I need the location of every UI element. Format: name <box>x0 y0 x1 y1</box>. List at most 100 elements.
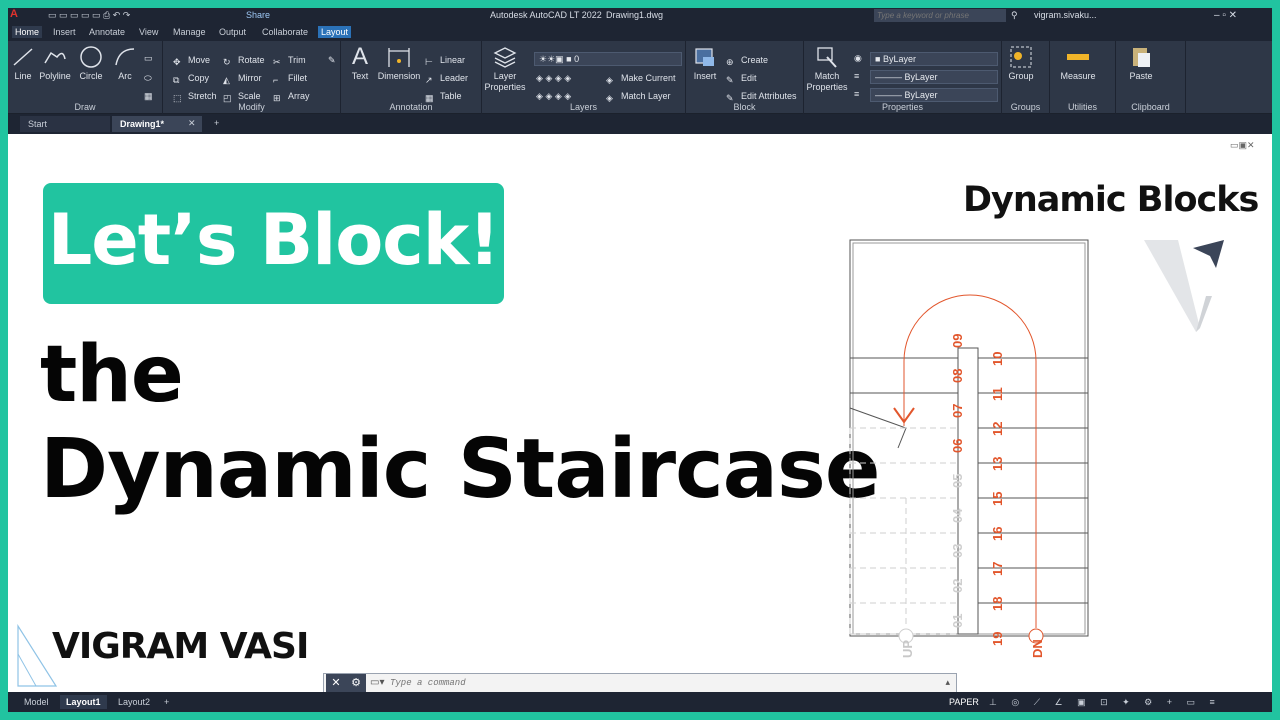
move-button[interactable]: ✥ Move <box>173 55 210 68</box>
mirror-button[interactable]: ◭ Mirror <box>223 73 262 86</box>
title-badge: Let’s Block! <box>43 183 504 304</box>
clipboard-panel-label[interactable]: Clipboard <box>1116 102 1185 112</box>
tab-home[interactable]: Home <box>12 26 43 38</box>
status-tool-icons[interactable]: ⊥ ◎ ⟋ ∠ ▣ ⊡ ✦ ⚙ + ▭ ≡ <box>983 695 1227 710</box>
modify-panel-label[interactable]: Modify <box>163 102 340 112</box>
author-name: VIGRAM VASI <box>52 626 309 667</box>
make-current-button[interactable]: ◈ Make Current <box>606 73 676 86</box>
insert-button[interactable]: Insert <box>686 45 724 81</box>
tab-insert[interactable]: Insert <box>50 26 79 38</box>
lower-flight-ghost <box>849 427 958 635</box>
tab-model[interactable]: Model <box>18 695 55 709</box>
user-icon[interactable]: ⚲ <box>1011 10 1018 21</box>
layer-dropdown[interactable]: ☀☀▣ ■ 0 <box>534 52 682 66</box>
quick-access-icons[interactable]: ▭ ▭ ▭ ▭ ▭ ⎙ ↶ ↷ <box>48 10 130 21</box>
tab-annotate[interactable]: Annotate <box>86 26 128 38</box>
layer-tools-icons[interactable]: ◈ ◈ ◈ ◈ <box>536 73 571 84</box>
command-prompt-icon[interactable]: ▭▾ <box>370 677 384 688</box>
close-command-icon[interactable]: ✕ <box>326 674 346 692</box>
text-button[interactable]: A Text <box>341 45 379 82</box>
group-icon <box>1010 46 1032 68</box>
customize-command-icon[interactable]: ⚙ <box>346 674 366 692</box>
title-bar: A ▭ ▭ ▭ ▭ ▭ ⎙ ↶ ↷ Share Autodesk AutoCAD… <box>8 8 1272 24</box>
copy-button[interactable]: ⧉ Copy <box>173 73 209 86</box>
app-title: Autodesk AutoCAD LT 2022 <box>490 10 602 20</box>
dn-label: DN <box>1030 639 1045 658</box>
viewport-controls[interactable]: ▭▣✕ <box>1230 140 1255 151</box>
edit-block-button[interactable]: ✎ Edit <box>726 73 757 86</box>
step-number: 19 <box>990 632 1005 646</box>
color-dropdown[interactable]: ■ ByLayer <box>870 52 998 66</box>
groups-panel: Group Groups <box>1002 41 1050 114</box>
linetype-icon[interactable]: ≡ <box>854 71 859 81</box>
command-history-icon[interactable]: ▴ <box>945 677 950 688</box>
draw-panel: Line Polyline Circle Arc ▭ ⬭ ▦ Draw <box>8 41 163 114</box>
tab-layout1[interactable]: Layout1 <box>60 695 107 709</box>
up-label: UP <box>900 640 915 658</box>
tab-start[interactable]: Start <box>20 116 110 132</box>
new-tab-icon[interactable]: + <box>214 118 219 128</box>
rectangle-icon[interactable]: ▭ <box>144 53 153 64</box>
create-block-button[interactable]: ⊕ Create <box>726 55 768 68</box>
close-tab-icon[interactable]: ✕ <box>188 118 196 129</box>
add-layout-icon[interactable]: + <box>158 695 175 709</box>
tab-manage[interactable]: Manage <box>170 26 209 38</box>
step-number: 06 <box>950 439 965 453</box>
linear-button[interactable]: ⊢ Linear <box>425 55 465 68</box>
hatch-icon[interactable]: ▦ <box>144 91 153 102</box>
linetype-dropdown[interactable]: ——— ByLayer <box>870 70 998 84</box>
erase-icon[interactable]: ✎ <box>328 55 336 66</box>
staircase-drawing: DN UP 010203040506070809 191817161513121… <box>849 239 1089 658</box>
leader-icon: ↗ <box>425 75 433 85</box>
window-controls[interactable]: – ▫ ✕ <box>1214 10 1237 21</box>
edit-block-icon: ✎ <box>726 75 734 85</box>
step-number: 13 <box>990 457 1005 471</box>
match-properties-button[interactable]: Match Properties <box>804 45 850 93</box>
ribbon-tab-bar: Home Insert Annotate View Manage Output … <box>8 24 1272 41</box>
block-panel-label[interactable]: Block <box>686 102 803 112</box>
drawing-canvas[interactable]: Let’s Block! the Dynamic Staircase Dynam… <box>8 134 1272 692</box>
properties-panel-label[interactable]: Properties <box>804 102 1001 112</box>
user-name[interactable]: vigram.sivaku... <box>1034 10 1097 20</box>
rotate-icon: ↻ <box>223 57 231 67</box>
properties-panel: Match Properties ◉ ≡ ≡ ■ ByLayer ——— ByL… <box>804 41 1002 114</box>
lineweight-dropdown[interactable]: ——— ByLayer <box>870 88 998 102</box>
share-button[interactable]: Share <box>246 10 270 20</box>
layer-tools-icons-2[interactable]: ◈ ◈ ◈ ◈ <box>536 91 571 102</box>
paste-button[interactable]: Paste <box>1122 45 1160 81</box>
step-number: 11 <box>990 387 1005 401</box>
headline-line-1: the <box>40 330 184 420</box>
tab-layout[interactable]: Layout <box>318 26 352 38</box>
circle-button[interactable]: Circle <box>72 45 110 81</box>
layers-panel-label[interactable]: Layers <box>482 102 685 112</box>
tab-collaborate[interactable]: Collaborate <box>259 26 311 38</box>
help-search-input[interactable] <box>874 9 1006 22</box>
ellipse-icon[interactable]: ⬭ <box>144 73 152 84</box>
color-wheel-icon[interactable]: ◉ <box>854 53 862 64</box>
measure-button[interactable]: Measure <box>1056 45 1100 81</box>
arc-button[interactable]: Arc <box>106 45 144 81</box>
annotation-panel-label[interactable]: Annotation <box>341 102 481 112</box>
tab-output[interactable]: Output <box>216 26 249 38</box>
command-input[interactable] <box>390 676 930 690</box>
annotation-panel: A Text Dimension ⊢ Linear ↗ Leader ▦ Table … <box>341 41 482 114</box>
lineweight-icon[interactable]: ≡ <box>854 89 859 99</box>
tab-view[interactable]: View <box>136 26 161 38</box>
tab-layout2[interactable]: Layout2 <box>112 695 156 709</box>
rotate-button[interactable]: ↻ Rotate <box>223 55 265 68</box>
polyline-button[interactable]: Polyline <box>36 45 74 81</box>
utilities-panel-label[interactable]: Utilities <box>1050 102 1115 112</box>
draw-panel-label[interactable]: Draw <box>8 102 162 112</box>
layer-properties-button[interactable]: Layer Properties <box>484 45 526 93</box>
fillet-button[interactable]: ⌐ Fillet <box>273 73 307 86</box>
app-logo-icon[interactable]: A <box>10 8 18 20</box>
dimension-icon <box>388 48 410 67</box>
leader-button[interactable]: ↗ Leader <box>425 73 468 86</box>
group-button[interactable]: Group <box>1002 45 1040 81</box>
trim-button[interactable]: ✂ Trim <box>273 55 306 68</box>
dimension-button[interactable]: Dimension <box>377 45 421 81</box>
groups-panel-label[interactable]: Groups <box>1002 102 1049 112</box>
step-number: 09 <box>950 334 965 348</box>
paper-space-toggle[interactable]: PAPER <box>943 695 985 709</box>
command-line[interactable]: ✕ ⚙ ▭▾ ▴ <box>323 673 957 693</box>
